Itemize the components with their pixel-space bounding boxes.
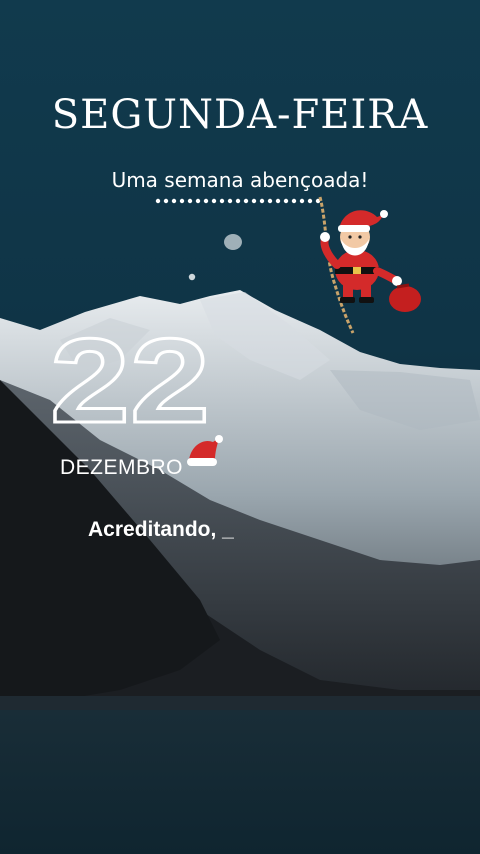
dotted-divider [155, 198, 321, 204]
santa-claus-climbing-rope-icon [318, 196, 421, 334]
message-text: Acreditando, _ [88, 518, 234, 541]
santa-hat-icon [187, 435, 223, 466]
story-canvas: SEGUNDA-FEIRA Uma semana abençoada! 22 D… [0, 0, 480, 854]
day-number: 22 [50, 326, 212, 436]
subtitle: Uma semana abençoada! [111, 168, 369, 192]
day-number-text: 22 [50, 326, 210, 436]
weekday-title: SEGUNDA-FEIRA [51, 92, 429, 138]
small-moon-icon [188, 273, 196, 281]
moon-icon [224, 234, 242, 250]
month-label: DEZEMBRO [60, 456, 184, 479]
